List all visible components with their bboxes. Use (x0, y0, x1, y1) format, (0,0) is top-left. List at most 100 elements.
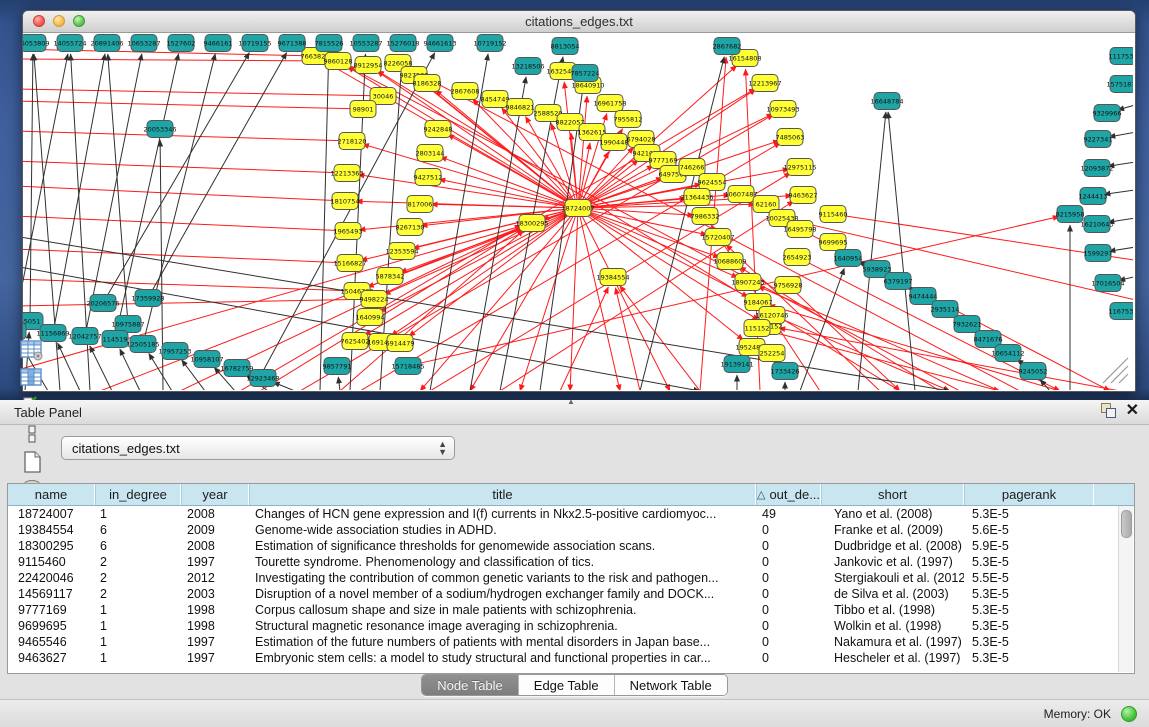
citation-edge[interactable] (779, 328, 1120, 390)
cell-out_de[interactable]: 0 (756, 634, 821, 650)
graph-node[interactable]: 9329966 (1093, 105, 1122, 122)
graph-node[interactable]: 15718485 (391, 358, 424, 375)
citation-edge[interactable] (107, 53, 249, 297)
graph-node[interactable]: 817006 (407, 196, 433, 213)
citation-edge[interactable] (348, 66, 960, 390)
table-settings-icon[interactable] (18, 336, 46, 364)
cell-year[interactable]: 1997 (181, 650, 249, 666)
graph-node[interactable]: 9860128 (324, 53, 353, 70)
graph-node[interactable]: 16495798 (783, 221, 816, 238)
tab-network-table[interactable]: Network Table (614, 675, 727, 695)
graph-node[interactable]: 19139141 (720, 356, 753, 373)
graph-node[interactable]: 20891406 (90, 35, 123, 52)
table-row[interactable]: 1830029562008Estimation of significance … (8, 538, 1134, 554)
table-row[interactable]: 1872400712008Changes of HCN gene express… (8, 506, 1134, 522)
graph-node[interactable]: 16053809 (23, 35, 50, 52)
cell-out_de[interactable]: 0 (756, 522, 821, 538)
cell-year[interactable]: 2012 (181, 570, 249, 586)
table-vertical-scrollbar[interactable] (1118, 506, 1133, 672)
citation-edge[interactable] (23, 249, 342, 263)
table-row[interactable]: 911546021997Tourette syndrome. Phenomeno… (8, 554, 1134, 570)
graph-node[interactable]: 14055724 (53, 35, 86, 52)
graph-node[interactable]: 16648784 (870, 93, 903, 110)
table-row[interactable]: 977716911998Corpus callosum shape and si… (8, 602, 1134, 618)
citation-edge[interactable] (23, 101, 355, 109)
citation-edge[interactable] (1109, 246, 1133, 251)
cell-pagerank[interactable]: 5.3E-5 (964, 554, 1094, 570)
close-panel-icon[interactable]: ✕ (1126, 403, 1139, 418)
cell-name[interactable]: 9463627 (8, 650, 95, 666)
graph-node[interactable]: 12353594 (385, 243, 418, 260)
graph-node[interactable]: 9699695 (819, 234, 848, 251)
citation-edge[interactable] (363, 144, 571, 206)
graph-node[interactable]: 12975115 (783, 159, 816, 176)
cell-name[interactable]: 9115460 (8, 554, 95, 570)
graph-node[interactable]: 9245052 (1019, 363, 1048, 380)
splitter-handle-icon[interactable]: ▲ (567, 397, 575, 406)
graph-node[interactable]: 9498224 (360, 291, 389, 308)
citation-edge[interactable] (409, 213, 572, 337)
cell-in_degree[interactable]: 2 (95, 586, 181, 602)
graph-node[interactable]: 2718120 (338, 133, 367, 150)
cell-short[interactable]: Dudbridge et al. (2008) (821, 538, 964, 554)
memory-ok-indicator[interactable] (1121, 706, 1137, 722)
cell-in_degree[interactable]: 1 (95, 602, 181, 618)
graph-node[interactable]: 7932621 (953, 316, 982, 333)
graph-node[interactable]: 18724007 (561, 200, 594, 217)
cell-title[interactable]: Corpus callosum shape and size in male p… (249, 602, 756, 618)
table-row[interactable]: 1456911722003Disruption of a novel membe… (8, 586, 1134, 602)
graph-node[interactable]: 17016504 (1091, 275, 1124, 292)
cell-short[interactable]: Wolkin et al. (1998) (821, 618, 964, 634)
graph-node[interactable]: 18907243 (731, 274, 764, 291)
graph-node[interactable]: 98901 (350, 101, 376, 118)
citation-edge[interactable] (100, 227, 522, 390)
cell-year[interactable]: 2008 (181, 506, 249, 522)
graph-node[interactable]: 19384554 (596, 269, 629, 286)
cell-year[interactable]: 1998 (181, 618, 249, 634)
graph-node[interactable]: 7485063 (776, 129, 805, 146)
graph-node[interactable]: 9756928 (774, 277, 803, 294)
minimize-window-icon[interactable] (53, 15, 65, 27)
cell-short[interactable]: Nakamura et al. (1997) (821, 634, 964, 650)
graph-node[interactable]: 12042757 (68, 328, 101, 345)
network-view-canvas[interactable]: 18724007 7663822 9860128 8912954 8226058… (23, 33, 1135, 391)
cell-title[interactable]: Changes of HCN gene expression and I(f) … (249, 506, 756, 522)
cell-in_degree[interactable]: 1 (95, 618, 181, 634)
cell-year[interactable]: 2008 (181, 538, 249, 554)
cell-pagerank[interactable]: 5.5E-5 (964, 570, 1094, 586)
new-table-icon[interactable] (18, 448, 46, 476)
graph-node[interactable]: 15166827 (333, 255, 366, 272)
graph-node[interactable]: 2654923 (783, 249, 812, 266)
graph-node[interactable]: 1990448 (600, 134, 629, 151)
graph-node[interactable]: 21364436 (680, 189, 713, 206)
graph-node[interactable]: 12505185 (126, 336, 159, 353)
graph-node[interactable]: 12093872 (1080, 160, 1113, 177)
tab-edge-table[interactable]: Edge Table (518, 675, 614, 695)
cell-short[interactable]: Yano et al. (2008) (821, 506, 964, 522)
graph-node[interactable]: 2867608 (451, 83, 480, 100)
close-window-icon[interactable] (33, 15, 45, 27)
graph-node[interactable]: 18300295 (515, 215, 548, 232)
citation-edge[interactable] (90, 346, 112, 390)
graph-node[interactable]: 9427512 (414, 169, 443, 186)
graph-node[interactable]: 13218506 (511, 58, 544, 75)
graph-node[interactable]: 10958107 (190, 351, 223, 368)
graph-node[interactable]: 16210643 (1080, 216, 1113, 233)
graph-node[interactable]: 9242848 (424, 121, 453, 138)
citation-edge[interactable] (23, 279, 349, 291)
cell-out_de[interactable]: 0 (756, 538, 821, 554)
graph-node[interactable]: 12213363 (330, 165, 363, 182)
column-header-short[interactable]: short (821, 484, 964, 505)
graph-node[interactable]: 15276018 (386, 35, 419, 52)
cell-pagerank[interactable]: 5.3E-5 (964, 506, 1094, 522)
cell-short[interactable]: Jankovic et al. (1997) (821, 554, 964, 570)
network-window-titlebar[interactable]: citations_edges.txt (23, 11, 1135, 33)
graph-node[interactable]: 20053346 (143, 121, 176, 138)
graph-node[interactable]: 10654112 (991, 345, 1024, 362)
citation-edge[interactable] (108, 54, 128, 316)
cell-in_degree[interactable]: 1 (95, 506, 181, 522)
cell-name[interactable]: 19384554 (8, 522, 95, 538)
cell-year[interactable]: 2009 (181, 522, 249, 538)
citation-edge[interactable] (23, 161, 339, 173)
graph-node[interactable]: 9466161 (204, 35, 233, 52)
